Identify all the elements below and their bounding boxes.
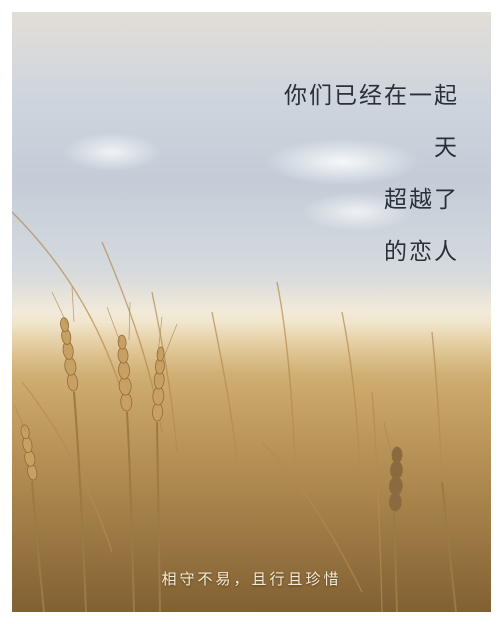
headline: 你们已经在一起 天 超越了 的恋人 (284, 70, 459, 278)
headline-line-4: 的恋人 (384, 239, 459, 265)
headline-line-1: 你们已经在一起 (284, 83, 459, 109)
headline-line-3: 超越了 (384, 187, 459, 213)
headline-line-2: 天 (434, 135, 459, 161)
poster-card: 你们已经在一起 天 超越了 的恋人 相守不易，且行且珍惜 (12, 12, 491, 612)
footer-caption: 相守不易，且行且珍惜 (161, 570, 342, 588)
